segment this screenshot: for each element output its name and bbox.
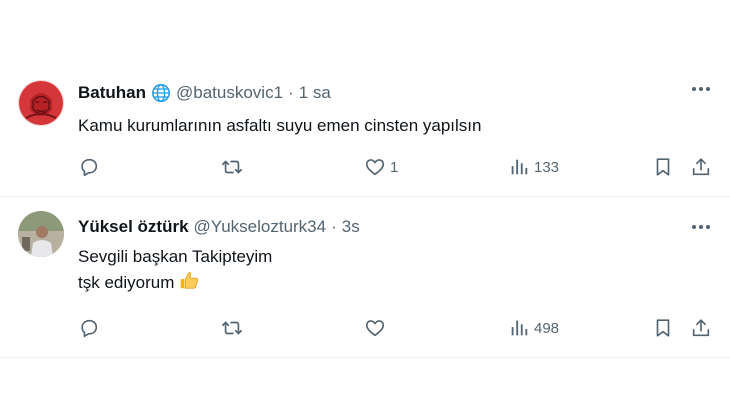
timestamp[interactable]: 1 sa bbox=[299, 83, 331, 103]
more-icon[interactable] bbox=[692, 87, 710, 91]
tweet[interactable]: Yüksel öztürk @Yukselozturk34 · 3s Sevgi… bbox=[0, 197, 730, 358]
bookmark-button[interactable] bbox=[652, 317, 674, 339]
share-icon bbox=[692, 319, 710, 337]
retweet-button[interactable] bbox=[220, 317, 244, 339]
tweet-header: Yüksel öztürk @Yukselozturk34 · 3s bbox=[78, 217, 360, 237]
author-name[interactable]: Batuhan bbox=[78, 83, 146, 103]
avatar[interactable] bbox=[18, 211, 64, 257]
bookmark-icon bbox=[656, 319, 670, 337]
separator-dot: · bbox=[331, 217, 337, 236]
share-button[interactable] bbox=[690, 317, 712, 339]
bookmark-button[interactable] bbox=[652, 156, 674, 178]
author-handle[interactable]: @batuskovic1 bbox=[176, 83, 283, 103]
share-icon bbox=[692, 158, 710, 176]
like-button[interactable]: 1 bbox=[364, 156, 398, 178]
views-button[interactable]: 498 bbox=[508, 317, 559, 339]
views-icon bbox=[511, 320, 528, 336]
retweet-icon bbox=[222, 321, 242, 335]
tweet-text: Kamu kurumlarının asfaltı suyu emen cins… bbox=[78, 114, 481, 138]
tweet-text-line: Kamu kurumlarının asfaltı suyu emen cins… bbox=[78, 116, 482, 135]
view-count: 498 bbox=[534, 319, 560, 337]
reply-icon bbox=[81, 158, 98, 177]
tweet-text-line: tşk ediyorum bbox=[78, 272, 175, 292]
like-count: 1 bbox=[390, 158, 399, 176]
tweet-text: Sevgili başkan Takipteyim tşk ediyorum bbox=[78, 245, 272, 298]
thumbs-up-emoji bbox=[178, 269, 200, 298]
separator-dot: · bbox=[288, 83, 294, 102]
bookmark-icon bbox=[656, 158, 670, 176]
tweet[interactable]: Batuhan @batuskovic1 · 1 sa Kamu kurumla… bbox=[0, 68, 730, 197]
tweet-text-line-with-emoji: tşk ediyorum bbox=[78, 269, 272, 298]
views-icon bbox=[511, 159, 528, 175]
author-name[interactable]: Yüksel öztürk bbox=[78, 217, 189, 237]
more-icon[interactable] bbox=[692, 225, 710, 229]
globe-icon bbox=[151, 83, 171, 103]
reply-button[interactable] bbox=[78, 317, 100, 339]
views-button[interactable]: 133 bbox=[508, 156, 559, 178]
like-button[interactable] bbox=[364, 317, 390, 339]
avatar-image bbox=[18, 211, 64, 257]
share-button[interactable] bbox=[690, 156, 712, 178]
tweet-header: Batuhan @batuskovic1 · 1 sa bbox=[78, 83, 331, 103]
tweet-text-line: Sevgili başkan Takipteyim bbox=[78, 247, 273, 266]
retweet-icon bbox=[222, 160, 242, 174]
avatar-image bbox=[18, 80, 64, 126]
heart-icon bbox=[365, 159, 385, 176]
retweet-button[interactable] bbox=[220, 156, 244, 178]
view-count: 133 bbox=[534, 158, 560, 176]
heart-icon bbox=[365, 320, 385, 337]
reply-icon bbox=[81, 319, 98, 338]
reply-button[interactable] bbox=[78, 156, 100, 178]
timestamp[interactable]: 3s bbox=[342, 217, 360, 237]
avatar[interactable] bbox=[18, 80, 64, 126]
author-handle[interactable]: @Yukselozturk34 bbox=[194, 217, 327, 237]
